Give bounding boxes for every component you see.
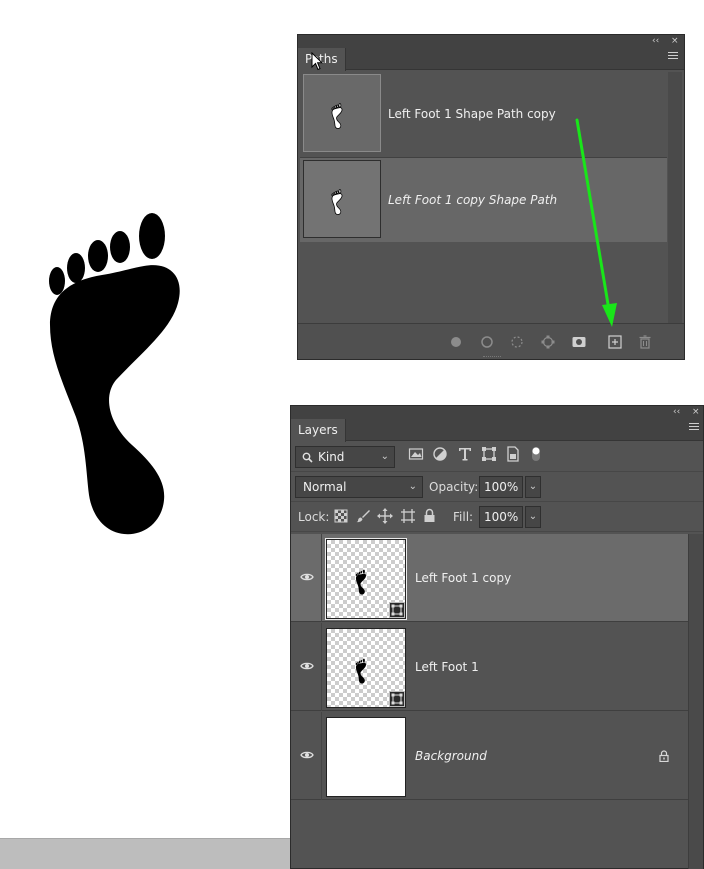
layer-thumbnail[interactable] [326,717,406,797]
panel-title-bar[interactable]: ‹‹ × [298,35,684,48]
hamburger-menu-icon[interactable] [668,52,678,61]
add-mask-icon[interactable] [572,335,586,349]
foot-thumbnail-icon [355,569,367,595]
blend-mode-dropdown[interactable]: Normal ⌄ [295,476,423,498]
fill-slider-toggle[interactable]: ⌄ [525,506,541,528]
chevron-down-icon: ⌄ [380,451,389,462]
load-selection-icon[interactable] [510,335,524,349]
foot-thumbnail-icon [331,103,343,129]
hamburger-menu-icon[interactable] [689,423,699,432]
fill-label: Fill: [453,510,474,524]
filter-kind-value: Kind [318,450,345,464]
fill-path-icon[interactable] [449,335,463,349]
opacity-label: Opacity: [429,480,479,494]
type-filter-icon[interactable] [457,446,473,462]
lock-label: Lock: [298,510,330,524]
new-path-icon[interactable] [608,335,622,349]
lock-all-icon[interactable] [423,508,436,523]
layer-thumbnail[interactable] [325,538,407,620]
panel-title-bar[interactable]: ‹‹ × [291,406,703,419]
layer-filter-row: Kind ⌄ [291,442,703,472]
opacity-field[interactable]: 100% [479,476,523,498]
path-thumbnail [303,74,381,152]
layer-name[interactable]: Left Foot 1 [415,623,479,711]
paths-list: Left Foot 1 Shape Path copy Left Foot 1 … [300,72,667,358]
visibility-eye-icon[interactable] [300,572,314,582]
layers-scrollbar[interactable] [688,534,703,869]
layer-thumbnail[interactable] [326,628,406,708]
foot-thumbnail-icon [355,658,367,684]
layer-name[interactable]: Left Foot 1 copy [415,534,511,622]
shape-filter-icon[interactable] [481,446,497,462]
lock-artboard-icon[interactable] [400,508,416,524]
paths-tab-strip: Paths [298,48,684,71]
layer-lock-icon[interactable] [659,750,669,762]
close-icon[interactable]: × [671,35,679,48]
foot-thumbnail-icon [331,189,343,215]
lock-image-pixels-icon[interactable] [356,509,370,523]
paths-panel: ‹‹ × Paths Left Foot 1 Shape Path copy L… [297,34,685,360]
pixel-filter-icon[interactable] [408,446,424,462]
close-icon[interactable]: × [692,406,700,419]
collapse-icon[interactable]: ‹‹ [673,406,680,419]
path-name[interactable]: Left Foot 1 copy Shape Path [388,158,557,242]
filter-kind-dropdown[interactable]: Kind ⌄ [295,446,395,468]
vector-mask-badge-icon [389,602,405,618]
layer-row-left-foot-1-copy[interactable]: Left Foot 1 copy [291,534,689,622]
lock-fill-row: Lock: Fill: 100% ⌄ [291,502,703,532]
visibility-eye-icon[interactable] [300,661,314,671]
search-icon [302,452,313,463]
paths-footer-toolbar [298,323,684,359]
collapse-icon[interactable]: ‹‹ [652,35,659,48]
foot-shape[interactable] [40,205,190,540]
mouse-cursor-icon [311,52,323,71]
lock-position-icon[interactable] [377,508,393,524]
tab-layers[interactable]: Layers [291,419,346,442]
paths-scrollbar[interactable] [668,72,682,358]
delete-path-icon[interactable] [638,335,652,349]
make-work-path-icon[interactable] [541,335,555,349]
path-thumbnail [303,160,381,238]
layers-panel: ‹‹ × Layers Kind ⌄ Normal ⌄ Opacity: 100… [290,405,704,869]
visibility-eye-icon[interactable] [300,750,314,760]
vector-mask-badge-icon [389,691,405,707]
blend-mode-value: Normal [303,480,347,494]
panel-resize-grip[interactable] [483,356,501,358]
opacity-slider-toggle[interactable]: ⌄ [525,476,541,498]
filter-toggle-icon[interactable] [531,446,541,462]
adjustment-filter-icon[interactable] [432,446,448,462]
path-name[interactable]: Left Foot 1 Shape Path copy [388,72,556,156]
path-row-shape-path[interactable]: Left Foot 1 copy Shape Path [300,158,667,242]
layer-row-left-foot-1[interactable]: Left Foot 1 [291,623,689,711]
stroke-path-icon[interactable] [480,335,494,349]
path-row-shape-path-copy[interactable]: Left Foot 1 Shape Path copy [300,72,667,156]
layer-row-background[interactable]: Background [291,712,689,800]
lock-transparent-pixels-icon[interactable] [334,509,348,523]
layers-tab-strip: Layers [291,419,703,442]
chevron-down-icon: ⌄ [408,481,417,492]
smart-object-filter-icon[interactable] [505,446,521,462]
layer-name[interactable]: Background [415,712,487,800]
fill-field[interactable]: 100% [479,506,523,528]
blend-opacity-row: Normal ⌄ Opacity: 100% ⌄ [291,472,703,502]
